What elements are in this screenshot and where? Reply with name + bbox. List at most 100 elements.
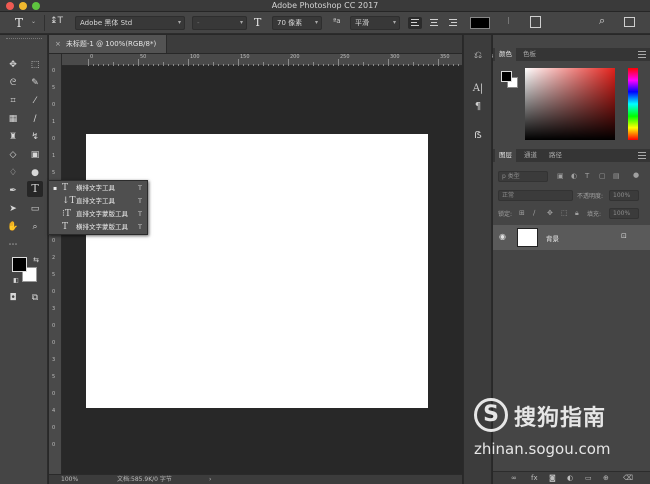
panel-menu-icon[interactable] — [638, 51, 646, 58]
lock-artboard-icon[interactable]: ⬚ — [561, 209, 568, 217]
watermark-url: zhinan.sogou.com — [474, 440, 611, 458]
text-color-swatch[interactable] — [470, 17, 490, 29]
marquee-tool-icon[interactable]: ⬚ — [27, 57, 43, 73]
panel-foreground-swatch[interactable] — [501, 71, 512, 82]
zoom-level[interactable]: 100% — [61, 475, 78, 484]
flyout-item[interactable]: ▪ T 横排文字工具 T — [49, 182, 147, 195]
filter-smart-object-icon[interactable]: ▤ — [613, 172, 620, 180]
font-family-select[interactable]: Adobe 黑体 Std ▾ — [75, 16, 185, 30]
dodge-tool-icon[interactable]: ● — [27, 165, 43, 181]
fill-label: 填充: — [587, 211, 602, 218]
tab-channels[interactable]: 通道 — [520, 149, 541, 162]
flyout-item[interactable]: T 横排文字蒙版工具 T — [49, 221, 147, 234]
close-tab-icon[interactable]: × — [55, 40, 61, 48]
filter-type-icon[interactable]: T — [585, 172, 589, 180]
layer-filter-select[interactable]: p 类型 — [498, 171, 548, 182]
hue-slider[interactable] — [628, 68, 638, 140]
new-group-icon[interactable]: ▭ — [585, 474, 592, 482]
pen-tool-icon[interactable]: ✒ — [5, 183, 21, 199]
filter-pixel-icon[interactable]: ▣ — [557, 172, 564, 180]
gradient-tool-icon[interactable]: ▣ — [27, 147, 43, 163]
eraser-tool-icon[interactable]: ◇ — [5, 147, 21, 163]
quick-select-tool-icon[interactable]: ✎ — [27, 75, 43, 91]
glyphs-panel-icon[interactable]: ẞ — [470, 128, 486, 144]
filter-shape-icon[interactable]: ▢ — [599, 172, 606, 180]
swap-colors-icon[interactable]: ⇆ — [28, 252, 44, 268]
tab-layers[interactable]: 图层 — [495, 149, 516, 162]
lock-all-icon[interactable]: 🔒︎ — [575, 209, 579, 218]
chevron-down-icon[interactable]: ⌄ — [31, 18, 36, 32]
flyout-item[interactable]: ⁝T 直排文字蒙版工具 T — [49, 208, 147, 221]
eyedropper-tool-icon[interactable]: ⁄ — [27, 93, 43, 109]
layer-name[interactable]: 背景 — [546, 233, 559, 243]
link-layers-icon[interactable]: ∞ — [511, 474, 517, 482]
default-colors-icon[interactable]: ◧ — [8, 273, 24, 289]
status-menu-arrow-icon[interactable]: › — [209, 475, 211, 484]
add-mask-icon[interactable]: ◙ — [549, 474, 556, 482]
filter-toggle-icon[interactable]: ● — [633, 171, 639, 179]
lock-position-icon[interactable]: ✥ — [547, 209, 553, 217]
type-tool-icon[interactable]: T — [27, 181, 43, 197]
hand-tool-icon[interactable]: ✋ — [5, 219, 21, 235]
filter-adjustment-icon[interactable]: ◐ — [571, 172, 577, 180]
workspace-icon[interactable] — [624, 17, 635, 27]
align-center-button[interactable] — [427, 17, 441, 29]
quick-mask-icon[interactable]: ◘ — [5, 290, 21, 306]
lock-pixels-icon[interactable]: ∕ — [533, 209, 535, 217]
ruler-tick — [438, 59, 439, 66]
crop-tool-icon[interactable]: ⌗ — [5, 93, 21, 109]
watermark-name: 搜狗指南 — [514, 406, 607, 431]
antialias-select[interactable]: 平滑 ▾ — [350, 16, 400, 30]
tab-paths[interactable]: 路径 — [545, 149, 566, 162]
text-tool-preset-icon[interactable]: T — [15, 16, 23, 30]
clone-stamp-icon[interactable]: ♜ — [5, 129, 21, 145]
foreground-color-swatch[interactable] — [12, 257, 27, 272]
tab-color[interactable]: 颜色 — [495, 48, 516, 61]
delete-layer-icon[interactable]: ⌫ — [623, 474, 633, 482]
panel-menu-icon[interactable] — [638, 152, 646, 159]
fill-field[interactable]: 100% — [609, 208, 639, 219]
vertical-ruler[interactable]: 05010150200250300350400 — [49, 54, 62, 474]
search-icon[interactable]: ⌕ — [599, 14, 605, 28]
ruler-label: 0 — [52, 68, 56, 74]
character-panel-icon[interactable]: A| — [470, 81, 486, 97]
adjustment-layer-icon[interactable]: ◐ — [567, 474, 573, 482]
layer-style-icon[interactable]: fx — [531, 474, 538, 482]
lasso-tool-icon[interactable]: ᘓ — [5, 75, 21, 91]
rectangle-tool-icon[interactable]: ▭ — [27, 201, 43, 217]
blend-mode-select[interactable]: 正常 — [498, 190, 573, 201]
healing-brush-icon[interactable]: ▦ — [5, 111, 21, 127]
document-canvas[interactable] — [86, 134, 428, 408]
layer-row-background[interactable]: ◉ 背景 ⊡ — [493, 225, 650, 250]
flyout-item-shortcut: T — [138, 210, 142, 218]
align-left-button[interactable] — [408, 17, 422, 29]
document-tab[interactable]: × 未标题-1 @ 100%(RGB/8*) — [49, 35, 167, 53]
warp-text-icon[interactable]: Ⅰ — [507, 16, 510, 30]
opacity-label: 不透明度: — [577, 193, 604, 200]
horizontal-ruler[interactable]: 050100150200250300350400 — [62, 54, 500, 66]
font-style-select[interactable]: - ▾ — [192, 16, 247, 30]
flyout-item[interactable]: ↓T 直排文字工具 T — [49, 195, 147, 208]
align-right-button[interactable] — [446, 17, 460, 29]
paragraph-panel-icon[interactable]: ¶ — [470, 99, 486, 115]
tab-swatches[interactable]: 色板 — [519, 48, 540, 61]
more-tools-icon[interactable]: ⋯ — [5, 237, 21, 253]
path-select-tool-icon[interactable]: ➤ — [5, 201, 21, 217]
history-icon[interactable]: ⎌ — [470, 48, 486, 64]
zoom-tool-icon[interactable]: ⌕ — [27, 219, 43, 235]
blur-tool-icon[interactable]: ♢ — [5, 165, 21, 181]
lock-transparent-icon[interactable]: ⊞ — [519, 209, 525, 217]
visibility-eye-icon[interactable]: ◉ — [499, 232, 506, 241]
opacity-field[interactable]: 100% — [609, 190, 639, 201]
history-brush-icon[interactable]: ↯ — [27, 129, 43, 145]
character-panel-icon[interactable] — [530, 16, 541, 28]
ruler-label: 50 — [140, 54, 147, 60]
panel-grip[interactable] — [6, 38, 42, 41]
color-picker-field[interactable] — [525, 68, 615, 140]
screen-mode-icon[interactable]: ⧉ — [27, 290, 43, 306]
font-size-select[interactable]: 70 像素 ▾ — [272, 16, 322, 30]
new-layer-icon[interactable]: ⊕ — [603, 474, 609, 482]
move-tool-icon[interactable]: ✥ — [5, 57, 21, 73]
brush-tool-icon[interactable]: ∕ — [27, 111, 43, 127]
text-orientation-icon[interactable]: ↨T — [50, 16, 63, 30]
